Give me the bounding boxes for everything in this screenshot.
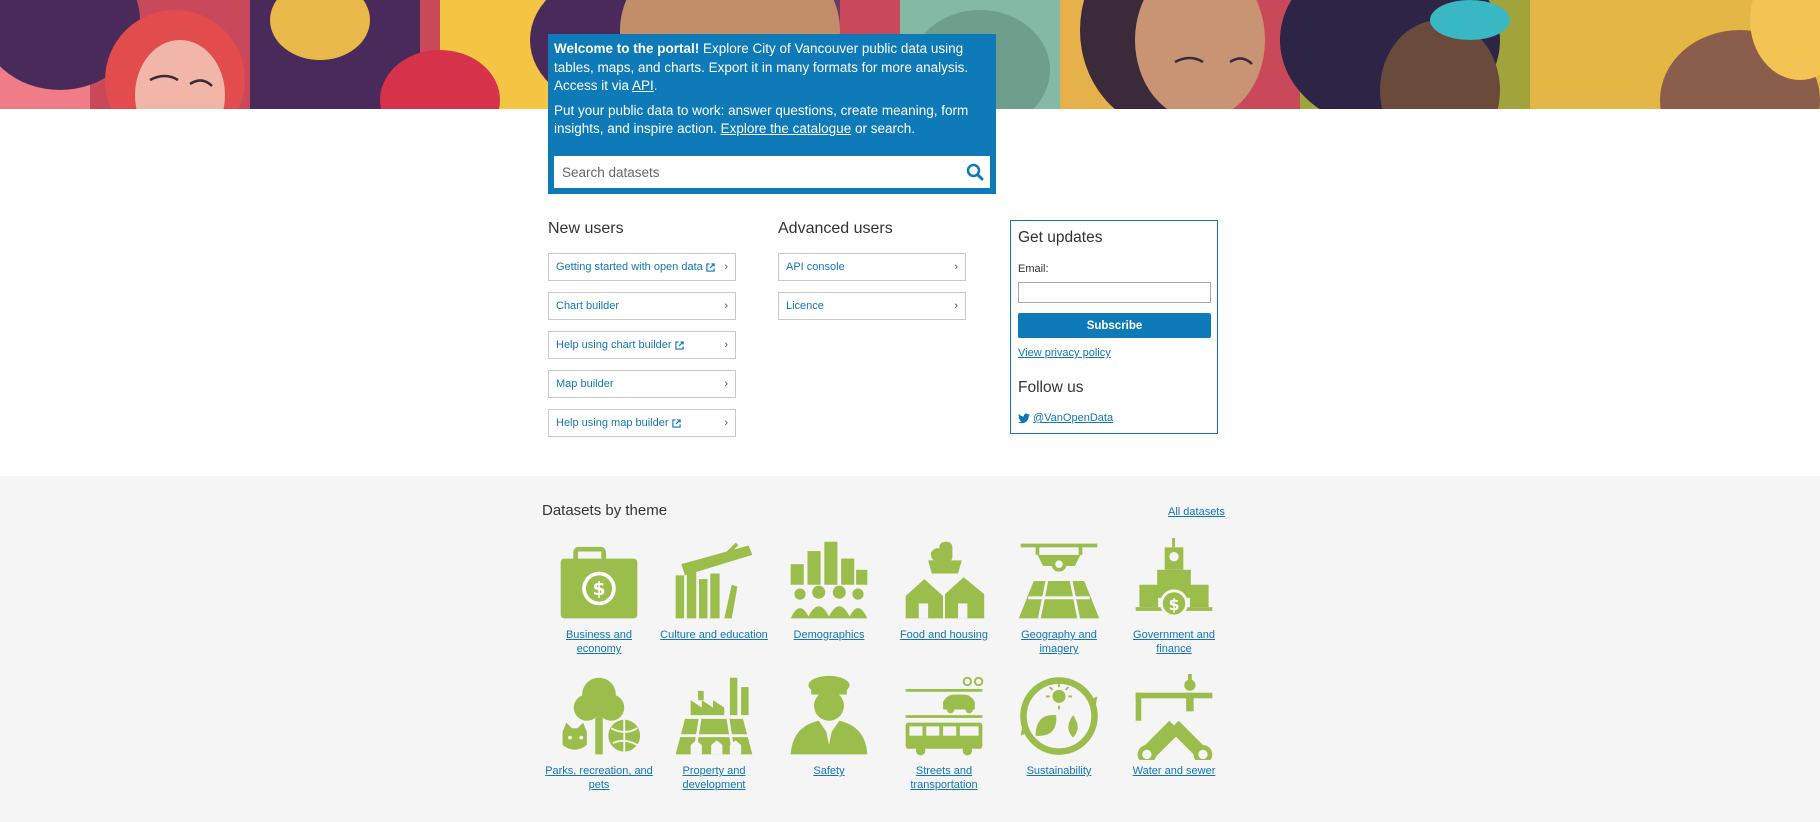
welcome-panel: Welcome to the portal! Explore City of V… [548,34,996,194]
chevron-right-icon: › [724,339,728,351]
svg-text:$: $ [1168,595,1179,614]
recycle-leaf-icon [1020,677,1098,755]
welcome-text: Welcome to the portal! Explore City of V… [554,40,990,96]
search-input[interactable] [554,156,960,188]
link-label: Help using chart builder [556,339,672,351]
theme-item[interactable]: Geography and imagery [1004,538,1114,656]
advanced-users-link[interactable]: Licence › [778,292,966,320]
welcome-second-end: or search. [851,121,915,136]
new-users-link[interactable]: Getting started with open data › [548,253,736,281]
external-link-icon [706,262,715,272]
theme-item[interactable]: Culture and education [659,538,769,642]
link-label: Getting started with open data [556,261,703,273]
theme-label[interactable]: Demographics [774,628,884,642]
tree-dog-icon [562,677,641,755]
themes-section: Datasets by theme All datasets $ Business… [0,476,1820,822]
subscribe-button[interactable]: Subscribe [1018,313,1211,338]
theme-item[interactable]: Property and development [659,674,769,792]
theme-item[interactable]: Food and housing [889,538,999,642]
get-updates-panel: Get updates Email: Subscribe View privac… [1010,220,1218,434]
twitter-icon [1018,413,1030,423]
external-link-icon [671,418,681,428]
link-label: Chart builder [556,300,619,312]
theme-item[interactable]: Parks, recreation, and pets [544,674,654,792]
chevron-right-icon: › [724,417,728,429]
email-field[interactable] [1018,282,1211,303]
welcome-heading: Welcome to the portal! [554,41,700,56]
search-box [554,156,990,188]
chevron-right-icon: › [724,378,728,390]
theme-label[interactable]: Water and sewer [1119,764,1229,778]
chevron-right-icon: › [724,300,728,312]
factory-icon [675,677,753,755]
houses-icon [905,541,985,619]
briefcase-icon: $ [560,546,638,619]
bus-icon [905,676,984,756]
privacy-policy-link[interactable]: View privacy policy [1018,347,1111,359]
theme-label[interactable]: Culture and education [659,628,769,642]
new-users-title: New users [548,220,624,237]
theme-item[interactable]: Demographics [774,538,884,642]
advanced-users-title: Advanced users [778,220,893,237]
chevron-right-icon: › [954,261,958,273]
officer-icon [790,675,868,755]
theme-label[interactable]: Government and finance [1119,628,1229,656]
people-chart-icon [790,541,868,619]
new-users-link[interactable]: Help using chart builder › [548,331,736,359]
theme-item[interactable]: $ Government and finance [1119,538,1229,656]
theme-label[interactable]: Sustainability [1004,764,1114,778]
books-icon [675,542,753,619]
new-users-link[interactable]: Chart builder › [548,292,736,320]
theme-label[interactable]: Parks, recreation, and pets [544,764,654,792]
twitter-handle: @VanOpenData [1033,412,1114,424]
welcome-second-text: Put your public data to work: answer que… [554,102,990,139]
svg-text:$: $ [592,579,605,600]
city-hall-icon: $ [1135,538,1213,618]
chevron-right-icon: › [724,261,728,273]
all-datasets-link[interactable]: All datasets [1168,506,1225,518]
drone-map-icon [1018,543,1100,619]
theme-label[interactable]: Geography and imagery [1004,628,1114,656]
external-link-icon [674,340,684,350]
email-label: Email: [1018,263,1049,275]
link-label: Help using map builder [556,417,669,429]
theme-label[interactable]: Safety [774,764,884,778]
link-label: Map builder [556,378,614,390]
theme-item[interactable]: Water and sewer [1119,674,1229,778]
theme-label[interactable]: Food and housing [889,628,999,642]
chevron-right-icon: › [954,300,958,312]
get-updates-title: Get updates [1018,229,1103,246]
pipes-icon [1135,674,1213,760]
theme-item[interactable]: Safety [774,674,884,778]
new-users-link[interactable]: Map builder › [548,370,736,398]
theme-label[interactable]: Streets and transportation [889,764,999,792]
theme-label[interactable]: Property and development [659,764,769,792]
search-icon [966,163,984,181]
explore-catalogue-link[interactable]: Explore the catalogue [721,121,852,136]
follow-us-title: Follow us [1018,379,1084,396]
welcome-intro-end: . [653,78,658,93]
theme-label[interactable]: Business and economy [544,628,654,656]
theme-item[interactable]: $ Business and economy [544,538,654,656]
twitter-link[interactable]: @VanOpenData [1018,412,1113,424]
themes-title: Datasets by theme [542,502,668,519]
search-button[interactable] [960,156,990,188]
theme-item[interactable]: Sustainability [1004,674,1114,778]
theme-item[interactable]: Streets and transportation [889,674,999,792]
link-label: Licence [786,300,824,312]
link-label: API console [786,261,845,273]
new-users-link[interactable]: Help using map builder › [548,409,736,437]
api-link[interactable]: API [632,78,654,93]
advanced-users-link[interactable]: API console › [778,253,966,281]
